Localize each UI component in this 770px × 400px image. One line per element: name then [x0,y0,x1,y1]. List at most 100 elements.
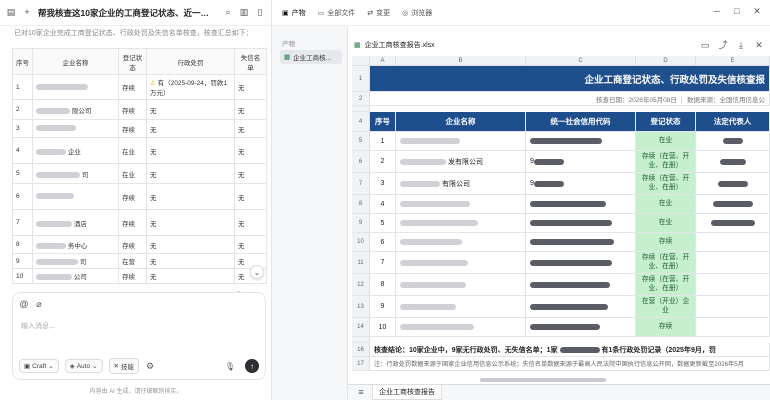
cell-no[interactable]: 8 [370,274,396,296]
open-folder-icon[interactable]: ▭ [700,40,710,50]
cell-no[interactable]: 7 [370,252,396,274]
cell-legal-rep[interactable] [696,318,770,337]
row-header[interactable]: 13 [352,296,370,318]
horizontal-scrollbar[interactable] [480,378,606,382]
cell-company-name[interactable] [396,318,526,337]
cell-company-name[interactable] [396,233,526,252]
layout-icon[interactable]: ▥ [239,8,249,18]
cell-company-name[interactable] [396,252,526,274]
cell-credit-code[interactable] [526,296,636,318]
cell-company-name[interactable]: 发有限公司 [396,151,526,173]
cell-company-name[interactable] [396,214,526,233]
column-header[interactable]: A [370,56,396,66]
row-header[interactable]: 10 [352,233,370,252]
artifact-file-item[interactable]: ▦ 企业工商核... [280,50,342,64]
send-button[interactable]: ↑ [245,359,259,373]
tab-browser[interactable]: ◎ 浏览器 [402,8,432,18]
row-header[interactable]: 14 [352,318,370,337]
cell-status[interactable]: 在业 [636,132,696,151]
cell-no[interactable]: 3 [370,173,396,195]
column-header[interactable]: B [396,56,526,66]
cell-no[interactable]: 4 [370,195,396,214]
search-icon[interactable]: ⌕ [223,8,233,18]
cell-legal-rep[interactable] [696,296,770,318]
cell-legal-rep[interactable] [696,132,770,151]
row-header[interactable]: 5 [352,132,370,151]
row-header[interactable]: 16 [352,343,370,357]
tab-all-files[interactable]: ▭ 全部文件 [318,8,356,18]
cell-credit-code[interactable]: 9 [526,173,636,195]
row-header[interactable]: 11 [352,252,370,274]
row-header[interactable]: 2 [352,92,370,106]
cell-credit-code[interactable] [526,214,636,233]
cell-company-name[interactable] [396,296,526,318]
cell-credit-code[interactable] [526,195,636,214]
cell-legal-rep[interactable] [696,233,770,252]
download-icon[interactable]: ⤓ [736,40,746,50]
cell-status[interactable]: 存续（在营、开业、在册） [636,252,696,274]
close-icon[interactable]: ✕ [752,6,762,16]
new-chat-icon[interactable]: + [22,8,32,18]
cell-status[interactable]: 存续 [636,233,696,252]
cell-no[interactable]: 10 [370,318,396,337]
cell-credit-code[interactable] [526,252,636,274]
tab-changes[interactable]: ⇄ 变更 [367,8,390,18]
maximize-icon[interactable]: □ [732,6,742,16]
cell-credit-code[interactable] [526,274,636,296]
row-header[interactable]: 12 [352,274,370,296]
cell-company-name[interactable] [396,195,526,214]
row-header[interactable]: 17 [352,357,370,371]
cell-status[interactable]: 存续（在营、开业、在册） [636,151,696,173]
column-header[interactable]: C [526,56,636,66]
mic-icon[interactable]: 🎙 [225,362,235,371]
cell-status[interactable]: 在营（开业）企业 [636,296,696,318]
scroll-down-button[interactable]: ⌄ [250,265,264,279]
sheet-list-icon[interactable]: ≡ [356,388,366,398]
cell-no[interactable]: 6 [370,233,396,252]
cell-credit-code[interactable] [526,318,636,337]
column-header[interactable]: D [636,56,696,66]
cell-no[interactable]: 9 [370,296,396,318]
sheet-tab[interactable]: 企业工商核查报告 [372,385,442,400]
cell-company-name[interactable] [396,274,526,296]
close-icon[interactable]: ✕ [754,40,764,50]
cell-credit-code[interactable]: 9 [526,151,636,173]
minimize-icon[interactable]: ─ [712,6,722,16]
cell-legal-rep[interactable] [696,151,770,173]
panel-icon[interactable]: ▯ [255,8,265,18]
at-icon[interactable]: @ [19,299,29,309]
cell-no[interactable]: 2 [370,151,396,173]
cell-legal-rep[interactable] [696,214,770,233]
row-header[interactable]: 7 [352,173,370,195]
tab-artifacts[interactable]: ▣ 产物 [282,8,306,18]
sidebar-toggle-icon[interactable]: ▤ [6,8,16,18]
row-header[interactable]: 1 [352,66,370,92]
cell-no[interactable]: 1 [370,132,396,151]
cell-status[interactable]: 在业 [636,214,696,233]
cell-legal-rep[interactable] [696,274,770,296]
cell-status[interactable]: 存续（在营、开业、在册） [636,173,696,195]
mode-selector[interactable]: ◈ Auto ⌄ [64,359,103,373]
settings-icon[interactable]: ⚙ [145,361,155,371]
cell-status[interactable]: 存续 [636,318,696,337]
cell-legal-rep[interactable] [696,173,770,195]
share-icon[interactable]: ⤴ [718,40,728,50]
cell-status[interactable]: 在业 [636,195,696,214]
message-input[interactable]: 输入消息... [21,321,55,331]
skills-button[interactable]: ✕ 技能 [108,358,139,374]
cell-legal-rep[interactable] [696,252,770,274]
attach-icon[interactable]: ⌀ [34,299,44,309]
row-header[interactable]: 9 [352,214,370,233]
cell-company-name[interactable]: 有限公司 [396,173,526,195]
cell-no[interactable]: 5 [370,214,396,233]
cell-credit-code[interactable] [526,132,636,151]
cell-company-name[interactable] [396,132,526,151]
cell-credit-code[interactable] [526,233,636,252]
spreadsheet-grid[interactable]: A B C D E 1 企业工商登记状态、行政处罚及失信核查报 2 核查日期：2026年05月0… [352,56,770,380]
message-composer[interactable]: @ ⌀ 输入消息... ▣ Craft ⌄ ◈ Auto ⌄ ✕ 技能 ⚙ 🎙 ↑ [12,292,266,380]
cell-status[interactable]: 存续（在营、开业、在册） [636,274,696,296]
row-header[interactable]: 6 [352,151,370,173]
row-header[interactable]: 4 [352,112,370,132]
cell-legal-rep[interactable] [696,195,770,214]
row-header[interactable]: 8 [352,195,370,214]
